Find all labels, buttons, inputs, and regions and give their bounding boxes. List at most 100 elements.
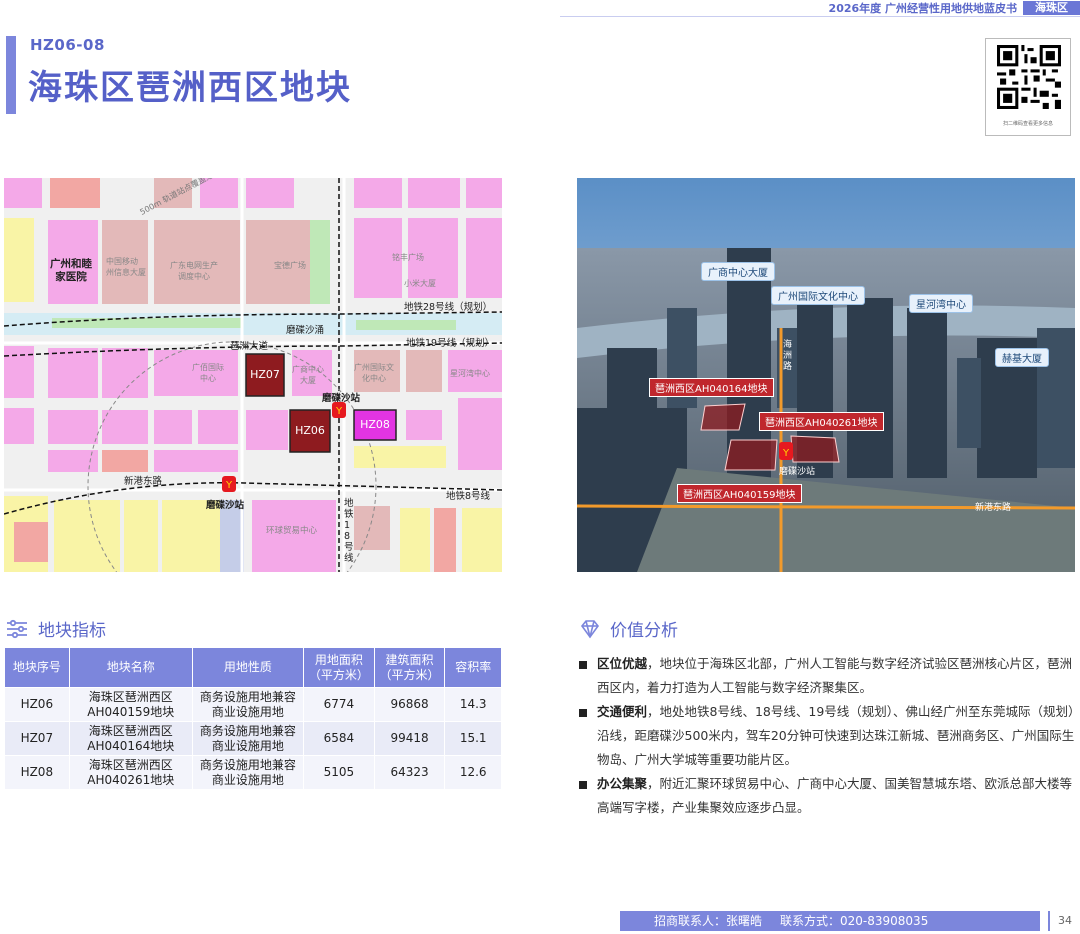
- bullet-square-icon: [579, 781, 587, 789]
- col-far: 容积率: [444, 647, 502, 688]
- table-row: HZ08 海珠区琶洲西区 AH040261地块 商务设施用地兼容 商业设施用地 …: [4, 755, 502, 790]
- item-title: 办公集聚: [597, 776, 648, 791]
- diamond-icon: [580, 619, 600, 638]
- cell-build: 96868: [373, 687, 446, 722]
- map-label-jiyu: 铭丰广场: [392, 253, 424, 262]
- cell-name: 海珠区琶洲西区 AH040261地块: [68, 755, 193, 790]
- cell-build: 99418: [373, 721, 446, 756]
- analysis-list: 区位优越，地块位于海珠区北部，广州人工智能与数字经济试验区琶洲核心片区，琶洲西区…: [579, 652, 1079, 820]
- map-label-xinghe: 星河湾中心: [450, 369, 490, 378]
- book-title: 2026年度 广州经营性用地供地蓝皮书: [828, 2, 1017, 15]
- indicators-heading-row: 地块指标: [6, 616, 106, 641]
- bullet-square-icon: [579, 709, 587, 717]
- map-label-xiaomi: 小米大厦: [404, 279, 436, 288]
- photo-tag-xinghe: 星河湾中心: [909, 294, 973, 313]
- svg-text:Y: Y: [782, 448, 790, 459]
- cell-use: 商务设施用地兼容 商业设施用地: [191, 687, 304, 722]
- cell-name: 海珠区琶洲西区 AH040164地块: [68, 721, 193, 756]
- page-title: 海珠区琶洲西区地块: [28, 68, 352, 108]
- table-row: HZ07 海珠区琶洲西区 AH040164地块 商务设施用地兼容 商业设施用地 …: [4, 721, 502, 756]
- district-badge: 海珠区: [1023, 1, 1080, 15]
- title-accent-bar: [6, 36, 16, 114]
- qr-code-box[interactable]: 扫二维码查看更多信息: [985, 38, 1071, 136]
- map-label-huanqiu: 环球贸易中心: [266, 526, 318, 536]
- svg-text:Y: Y: [225, 480, 233, 491]
- svg-text:Y: Y: [335, 406, 343, 417]
- page-divider: [1048, 911, 1050, 931]
- cell-far: 12.6: [444, 755, 502, 790]
- plot-hz07-label: HZ07: [250, 368, 280, 381]
- photo-tag-gic: 广州国际文化中心: [771, 286, 865, 305]
- item-text: ，地块位于海珠区北部，广州人工智能与数字经济试验区琶洲核心片区，琶洲西区内，着力…: [597, 656, 1073, 695]
- photo-tag-a261: 琶洲西区AH040261地块: [759, 412, 884, 431]
- table-header-row: 地块序号 地块名称 用地性质 用地面积 （平方米） 建筑面积 （平方米） 容积率: [4, 647, 502, 688]
- map-label-gz-center: 广商中心 大厦: [292, 365, 324, 385]
- sliders-icon: [7, 619, 27, 638]
- cell-name: 海珠区琶洲西区 AH040159地块: [68, 687, 193, 722]
- aerial-photo: Y 广商中心大厦 广州国际文化中心 星河湾中心 赫基大厦 海洲路 琶洲西区AH0…: [577, 178, 1075, 572]
- cell-far: 15.1: [444, 721, 502, 756]
- map-label-gz-culture: 广州国际文 化中心: [354, 363, 394, 383]
- cell-id: HZ06: [4, 687, 70, 722]
- location-map: Y Y 广州和睦 家医院 中国移动 州信息大厦 广东电网生产 调度中心 宝德广场…: [4, 178, 502, 572]
- map-label-baoli: 宝德广场: [274, 261, 306, 270]
- map-label-xingang: 新港东路: [124, 476, 163, 487]
- cell-far: 14.3: [444, 687, 502, 722]
- photo-tag-haijie: 赫基大厦: [995, 348, 1049, 367]
- map-label-mocheyong: 磨碟沙涌: [286, 325, 325, 336]
- map-label-station-top: 磨碟沙站: [322, 393, 361, 404]
- indicators-table: 地块序号 地块名称 用地性质 用地面积 （平方米） 建筑面积 （平方米） 容积率…: [4, 647, 502, 790]
- list-item: 交通便利，地处地铁8号线、18号线、19号线（规划）、佛山经广州至东莞城际（规划…: [579, 700, 1079, 772]
- cell-land: 5105: [302, 755, 375, 790]
- item-title: 交通便利: [597, 704, 648, 719]
- photo-label-haizhou-road: 海洲路: [783, 340, 793, 372]
- qr-caption: 扫二维码查看更多信息: [1002, 121, 1053, 127]
- station-icon-bottom: Y: [222, 476, 236, 492]
- photo-tag-a159: 琶洲西区AH040159地块: [677, 484, 802, 503]
- map-label-gd-intl: 广佰国际 中心: [192, 363, 224, 383]
- photo-label-station: 磨碟沙站: [779, 467, 816, 477]
- footer-contact: 招商联系人：张曙皓: [654, 914, 763, 928]
- cell-id: HZ08: [4, 755, 70, 790]
- col-name: 地块名称: [68, 647, 193, 688]
- page-number: 34: [1058, 914, 1072, 927]
- list-item: 区位优越，地块位于海珠区北部，广州人工智能与数字经济试验区琶洲核心片区，琶洲西区…: [579, 652, 1079, 700]
- map-label-line18: 地铁18号线: [344, 498, 354, 564]
- col-use: 用地性质: [191, 647, 304, 688]
- cell-land: 6774: [302, 687, 375, 722]
- map-label-hospital: 广州和睦 家医院: [50, 258, 92, 283]
- map-label-station-bottom: 磨碟沙站: [206, 500, 245, 511]
- qr-code-icon: [997, 45, 1061, 109]
- item-text: ，附近汇聚环球贸易中心、广商中心大厦、国美智慧城东塔、欧派总部大楼等高端写字楼，…: [597, 776, 1073, 815]
- photo-label-xingang: 新港东路: [975, 503, 1012, 513]
- map-label-gdtelecom: 广东电网生产 调度中心: [170, 261, 218, 281]
- footer-contact-bar: 招商联系人：张曙皓 联系方式：020-83908035: [620, 911, 1040, 931]
- header-rule: [560, 16, 1080, 17]
- footer-phone: 联系方式：020-83908035: [780, 914, 929, 928]
- map-label-line8: 地铁8号线: [446, 491, 491, 502]
- photo-tag-a164: 琶洲西区AH040164地块: [649, 378, 774, 397]
- cell-id: HZ07: [4, 721, 70, 756]
- map-label-line28: 地铁28号线（规划）: [404, 302, 493, 313]
- map-label-pazhou-ave: 琶洲大道: [230, 341, 269, 352]
- col-land-area: 用地面积 （平方米）: [302, 647, 375, 688]
- cell-build: 64323: [373, 755, 446, 790]
- top-header-bar: 2026年度 广州经营性用地供地蓝皮书 海珠区: [829, 0, 1080, 16]
- table-row: HZ06 海珠区琶洲西区 AH040159地块 商务设施用地兼容 商业设施用地 …: [4, 687, 502, 722]
- station-icon-top: Y: [332, 402, 346, 418]
- plot-hz06-label: HZ06: [295, 424, 325, 437]
- photo-tag-gsc: 广商中心大厦: [701, 262, 775, 281]
- plot-code: HZ06-08: [30, 36, 105, 54]
- map-label-mobile: 中国移动 州信息大厦: [106, 257, 146, 277]
- item-title: 区位优越: [597, 656, 648, 671]
- bullet-square-icon: [579, 661, 587, 669]
- photo-station-icon: Y: [779, 442, 793, 460]
- cell-use: 商务设施用地兼容 商业设施用地: [191, 755, 304, 790]
- plot-hz08-label: HZ08: [360, 418, 390, 431]
- analysis-heading: 价值分析: [610, 621, 678, 641]
- map-label-line19: 地铁19号线（规划）: [406, 338, 495, 349]
- list-item: 办公集聚，附近汇聚环球贸易中心、广商中心大厦、国美智慧城东塔、欧派总部大楼等高端…: [579, 772, 1079, 820]
- col-id: 地块序号: [4, 647, 70, 688]
- col-build-area: 建筑面积 （平方米）: [373, 647, 446, 688]
- cell-use: 商务设施用地兼容 商业设施用地: [191, 721, 304, 756]
